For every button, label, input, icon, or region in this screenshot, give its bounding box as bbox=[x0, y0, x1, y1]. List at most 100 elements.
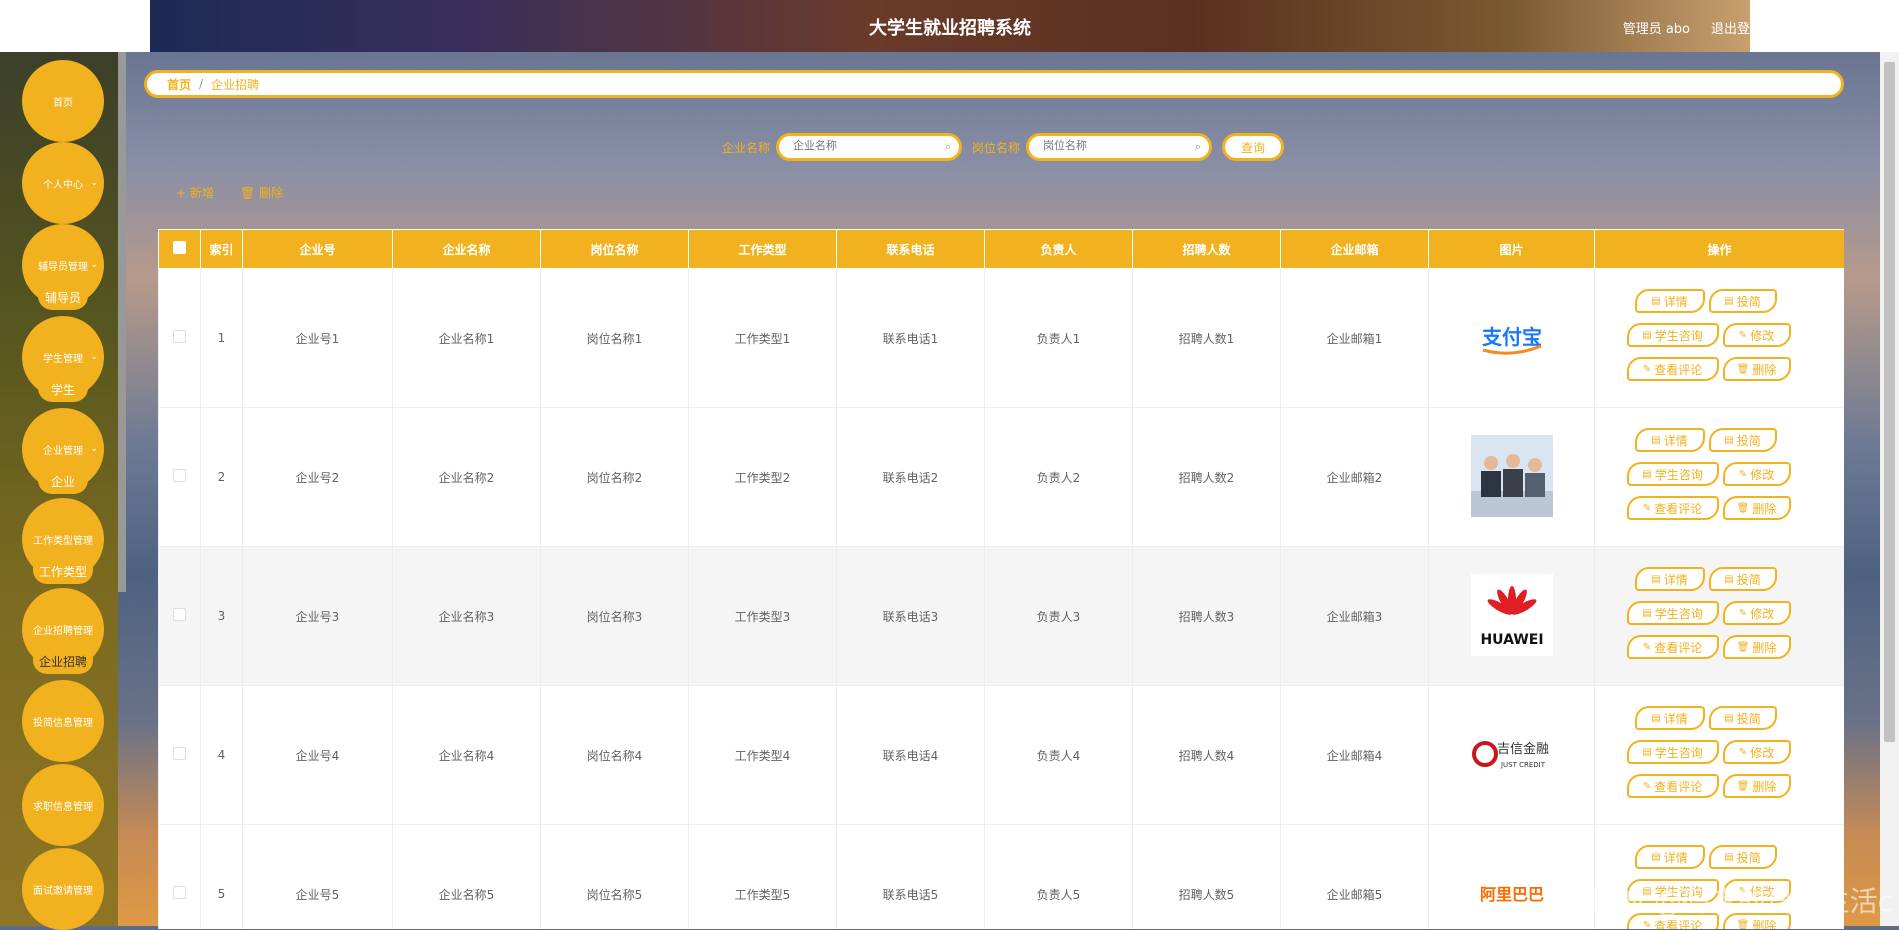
edit-button[interactable]: ✎ 修改 bbox=[1722, 462, 1791, 486]
page-scrollbar[interactable] bbox=[1880, 52, 1899, 926]
query-button[interactable]: 查询 bbox=[1222, 133, 1285, 161]
column-header: 联系电话 bbox=[836, 229, 985, 269]
row-checkbox[interactable] bbox=[173, 608, 186, 621]
student-consult-button[interactable]: ▤ 学生咨询 bbox=[1626, 462, 1719, 486]
detail-button[interactable]: ▤ 详情 bbox=[1634, 428, 1705, 452]
table-cell-job-type: 工作类型5 bbox=[688, 824, 837, 929]
job-name-field[interactable]: ⌕ bbox=[1026, 133, 1213, 161]
table-cell-index: 3 bbox=[200, 546, 243, 686]
detail-button[interactable]: ▤ 详情 bbox=[1634, 567, 1705, 591]
add-button[interactable]: + 新增 bbox=[176, 184, 214, 201]
table-cell-job-name: 岗位名称2 bbox=[540, 407, 689, 547]
action-label: 修改 bbox=[1750, 467, 1775, 482]
select-all-checkbox[interactable] bbox=[173, 241, 186, 254]
view-comments-button[interactable]: ✎ 查看评论 bbox=[1626, 635, 1719, 659]
table-cell-email: 企业邮箱2 bbox=[1280, 407, 1429, 547]
row-checkbox[interactable] bbox=[173, 330, 186, 343]
company-name-field[interactable]: ⌕ bbox=[776, 133, 962, 161]
row-checkbox[interactable] bbox=[173, 886, 186, 899]
student-consult-button[interactable]: ▤ 学生咨询 bbox=[1626, 740, 1719, 764]
table-cell-index: 2 bbox=[200, 407, 243, 547]
row-select-cell[interactable] bbox=[158, 546, 201, 686]
column-header: 操作 bbox=[1594, 229, 1844, 269]
submit-resume-button[interactable]: ▤ 投简 bbox=[1708, 845, 1777, 869]
row-checkbox[interactable] bbox=[173, 747, 186, 760]
view-comments-button[interactable]: ✎ 查看评论 bbox=[1626, 774, 1719, 798]
row-select-cell[interactable] bbox=[158, 268, 201, 408]
action-label: 详情 bbox=[1663, 294, 1688, 309]
edit-button[interactable]: ✎ 修改 bbox=[1722, 740, 1791, 764]
sidebar-item-resume-mgmt[interactable]: 投简信息管理 bbox=[22, 680, 104, 762]
submit-resume-button[interactable]: ▤ 投简 bbox=[1708, 428, 1777, 452]
action-label: 学生咨询 bbox=[1654, 328, 1703, 343]
student-consult-button[interactable]: ▤ 学生咨询 bbox=[1626, 601, 1719, 625]
logo-text: 吉信金融 bbox=[1496, 741, 1548, 757]
delete-button[interactable]: 🗑 删除 bbox=[1722, 357, 1791, 381]
student-consult-button[interactable]: ▤ 学生咨询 bbox=[1626, 323, 1719, 347]
sidebar-item-home[interactable]: 首页 bbox=[22, 60, 104, 142]
row-select-cell[interactable] bbox=[158, 824, 201, 929]
company-image: HUAWEI bbox=[1470, 573, 1553, 656]
sidebar-item-jobseek-mgmt[interactable]: 求职信息管理 bbox=[22, 764, 104, 846]
action-label: 投简 bbox=[1736, 850, 1761, 865]
sidebar-subitem-counselor[interactable]: 辅导员 bbox=[38, 284, 88, 310]
table-cell-company-name: 企业名称3 bbox=[392, 546, 541, 686]
detail-button[interactable]: ▤ 详情 bbox=[1634, 289, 1705, 313]
row-checkbox[interactable] bbox=[173, 469, 186, 482]
row-actions: ▤ 详情 ▤ 投简 ▤ 学生咨询 ✎ 修改 ✎ 查看评论 🗑 删除 bbox=[1625, 700, 1815, 810]
sidebar-item-personal-center[interactable]: 个人中心 ⌄ bbox=[22, 142, 104, 224]
sidebar-subitem-jobtype[interactable]: 工作类型 bbox=[33, 558, 93, 584]
action-label: 删除 bbox=[1752, 362, 1777, 377]
row-select-cell[interactable] bbox=[158, 407, 201, 547]
action-label: 查看评论 bbox=[1654, 362, 1703, 377]
company-image-cell bbox=[1428, 407, 1595, 547]
select-all-header[interactable] bbox=[158, 229, 201, 269]
detail-icon: ▤ bbox=[1651, 295, 1661, 307]
sidebar-subitem-company[interactable]: 企业 bbox=[38, 468, 88, 494]
submit-resume-button[interactable]: ▤ 投简 bbox=[1708, 706, 1777, 730]
detail-icon: ▤ bbox=[1651, 851, 1661, 863]
delete-button[interactable]: 🗑 删除 bbox=[1722, 774, 1791, 798]
delete-icon: 🗑 bbox=[1736, 641, 1750, 653]
column-header: 招聘人数 bbox=[1132, 229, 1281, 269]
action-label: 删除 bbox=[1752, 640, 1777, 655]
logo-subtext: JUST CREDIT bbox=[1499, 761, 1545, 769]
sidebar-item-label: 企业管理 bbox=[43, 445, 83, 457]
sidebar-subitem-recruit[interactable]: 企业招聘 bbox=[33, 648, 93, 674]
edit-button[interactable]: ✎ 修改 bbox=[1722, 601, 1791, 625]
table-cell-company-name: 企业名称4 bbox=[392, 685, 541, 825]
row-select-cell[interactable] bbox=[158, 685, 201, 825]
sidebar-scrollbar[interactable] bbox=[118, 52, 126, 592]
delete-button[interactable]: 🗑 删除 bbox=[240, 184, 283, 201]
table-cell-owner: 负责人5 bbox=[984, 824, 1133, 929]
column-header: 负责人 bbox=[984, 229, 1133, 269]
company-name-label: 企业名称 bbox=[721, 140, 770, 155]
toolbar: + 新增 🗑 删除 bbox=[176, 184, 283, 201]
detail-button[interactable]: ▤ 详情 bbox=[1634, 706, 1705, 730]
edit-button[interactable]: ✎ 修改 bbox=[1722, 323, 1791, 347]
row-actions: ▤ 详情 ▤ 投简 ▤ 学生咨询 ✎ 修改 ✎ 查看评论 🗑 删除 bbox=[1625, 422, 1815, 532]
delete-button[interactable]: 🗑 删除 bbox=[1722, 635, 1791, 659]
company-image: 吉信金融 JUST CREDIT bbox=[1470, 712, 1553, 795]
student-consult-icon: ▤ bbox=[1642, 746, 1652, 758]
logout-link[interactable]: 退出登 bbox=[1711, 18, 1750, 37]
submit-resume-button[interactable]: ▤ 投简 bbox=[1708, 289, 1777, 313]
table-cell-hire-count: 招聘人数3 bbox=[1132, 546, 1281, 686]
sidebar-item-label: 个人中心 bbox=[43, 179, 83, 191]
job-name-input[interactable] bbox=[1041, 139, 1196, 153]
company-name-input[interactable] bbox=[791, 139, 945, 153]
action-label: 投简 bbox=[1736, 433, 1761, 448]
breadcrumb-home[interactable]: 首页 bbox=[167, 76, 191, 93]
detail-button[interactable]: ▤ 详情 bbox=[1634, 845, 1705, 869]
table-cell-company-no: 企业号3 bbox=[242, 546, 393, 686]
table-cell-index: 5 bbox=[200, 824, 243, 929]
sidebar-item-interview-mgmt[interactable]: 面试邀请管理 bbox=[22, 848, 104, 930]
sidebar-subitem-student[interactable]: 学生 bbox=[38, 376, 88, 402]
view-comments-button[interactable]: ✎ 查看评论 bbox=[1626, 357, 1719, 381]
submit-resume-button[interactable]: ▤ 投简 bbox=[1708, 567, 1777, 591]
delete-button[interactable]: 🗑 删除 bbox=[1722, 496, 1791, 520]
detail-icon: ▤ bbox=[1651, 712, 1661, 724]
scrollbar-thumb[interactable] bbox=[1884, 62, 1895, 742]
edit-icon: ✎ bbox=[1738, 329, 1748, 341]
view-comments-button[interactable]: ✎ 查看评论 bbox=[1626, 496, 1719, 520]
